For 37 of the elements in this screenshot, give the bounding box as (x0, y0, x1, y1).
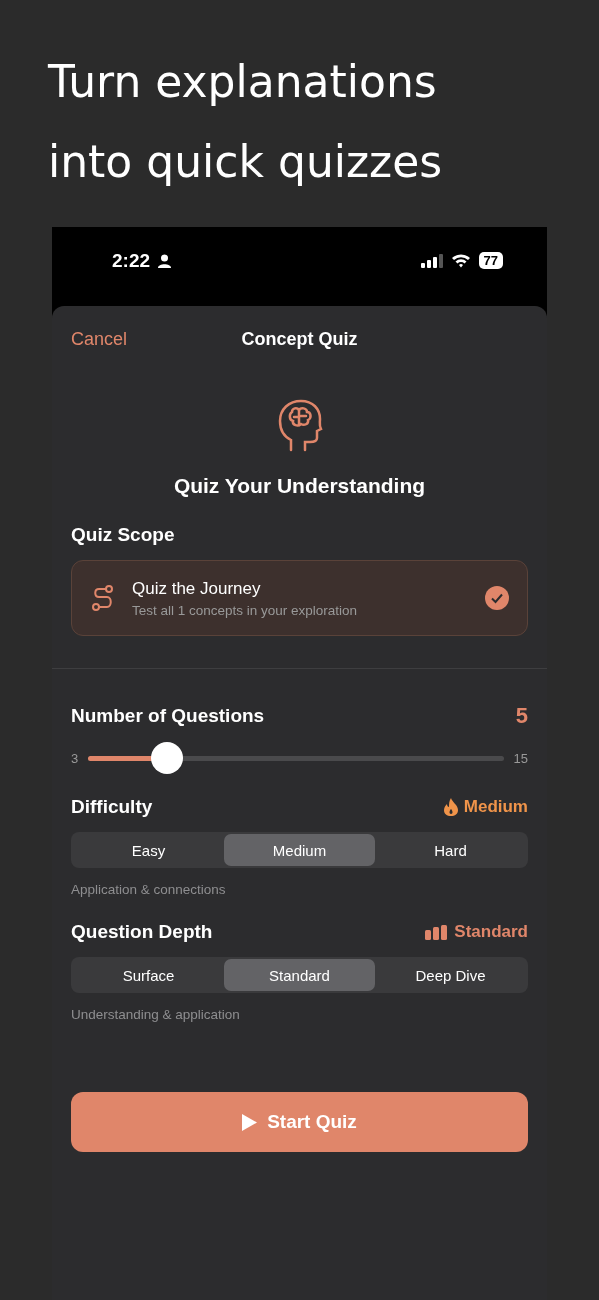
section-heading: Number of Questions (71, 705, 265, 727)
option-subtitle: Test all 1 concepts in your exploration (132, 602, 359, 618)
section-heading: Question Depth (71, 921, 213, 943)
checkmark-icon (485, 586, 509, 610)
segment-button[interactable]: Easy (73, 834, 224, 866)
flame-icon (443, 798, 458, 816)
question-count: 5 (515, 703, 528, 729)
scope-option-card[interactable]: Quiz the Journey Test all 1 concepts in your exploration (71, 560, 528, 636)
slider-min-label: 3 (71, 751, 79, 766)
depth-label: Standard (454, 922, 528, 942)
person-icon (158, 253, 172, 268)
nav-title: Concept Quiz (241, 328, 358, 350)
signal-icon (420, 253, 443, 268)
segment-button[interactable]: Hard (375, 834, 526, 866)
headline: Turn explanations (48, 55, 438, 109)
segment-button[interactable]: Medium (224, 834, 375, 866)
section-heading: Quiz Scope (71, 524, 175, 546)
play-icon (242, 1113, 258, 1131)
slider-thumb[interactable] (151, 742, 184, 774)
battery-level: 77 (478, 252, 503, 269)
segment-button[interactable]: Surface (73, 959, 224, 991)
difficulty-label: Medium (463, 797, 528, 817)
slider-max-label: 15 (513, 751, 528, 766)
depth-caption: Understanding & application (71, 1007, 241, 1022)
segment-button[interactable]: Standard (224, 959, 375, 991)
bars-icon (425, 924, 449, 940)
hero-title: Quiz Your Understanding (173, 474, 426, 498)
option-title: Quiz the Journey (132, 578, 262, 599)
cancel-button[interactable]: Cancel (71, 328, 128, 350)
headline: into quick quizzes (48, 135, 444, 189)
brain-head-icon (276, 398, 323, 452)
section-heading: Difficulty (71, 796, 153, 818)
status-time: 2:22 (112, 249, 151, 272)
wifi-icon (450, 253, 471, 268)
segment-button[interactable]: Deep Dive (375, 959, 526, 991)
route-icon (92, 585, 114, 611)
difficulty-caption: Application & connections (71, 882, 227, 897)
